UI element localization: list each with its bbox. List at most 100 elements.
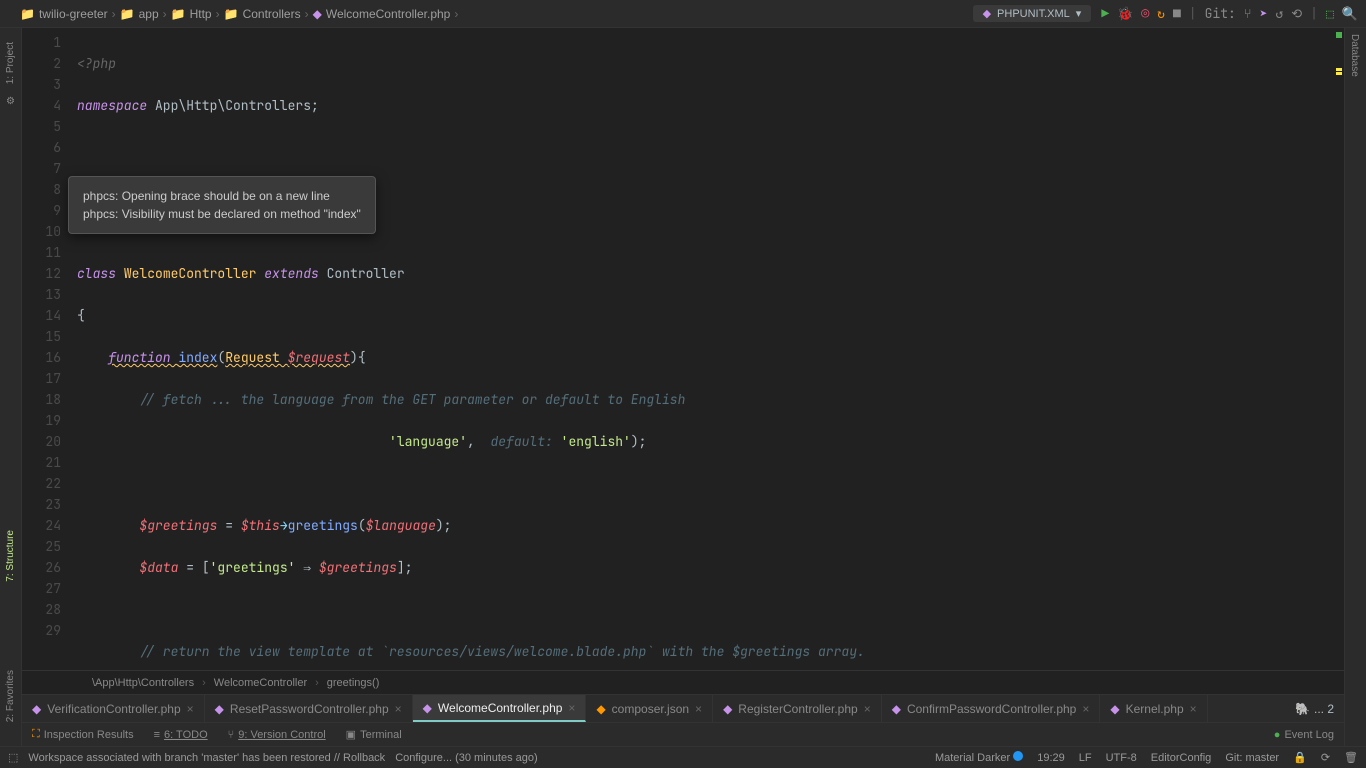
- close-icon[interactable]: ×: [395, 702, 402, 716]
- breadcrumb-item[interactable]: 📁app: [120, 7, 159, 21]
- todo-icon: ≡: [154, 729, 160, 741]
- crumb-method[interactable]: greetings(): [327, 677, 380, 689]
- close-icon[interactable]: ×: [1082, 702, 1089, 716]
- git-update-icon[interactable]: ↺: [1275, 5, 1283, 22]
- chevron-right-icon: ›: [112, 7, 116, 21]
- git-commit-icon[interactable]: ➤: [1260, 5, 1268, 22]
- terminal-icon: ▣: [346, 728, 356, 741]
- editor-tab[interactable]: ◆Kernel.php×: [1100, 695, 1207, 722]
- stop-icon[interactable]: ■: [1173, 5, 1181, 22]
- editor-breadcrumb: \App\Http\Controllers › WelcomeControlle…: [22, 670, 1344, 694]
- theme-dot-icon: [1013, 751, 1023, 761]
- error-stripe[interactable]: [1334, 28, 1344, 670]
- close-icon[interactable]: ×: [187, 702, 194, 716]
- coverage-icon[interactable]: ◎: [1141, 5, 1149, 22]
- chevron-right-icon: ›: [216, 7, 220, 21]
- structure-tool-tab[interactable]: 7: Structure: [3, 524, 18, 588]
- git-label: Git:: [1205, 5, 1236, 22]
- editor-tab[interactable]: ◆VerificationController.php×: [22, 695, 205, 722]
- topbar-right: ◆ PHPUNIT.XML ▾ ▶ 🐞 ◎ ↻ ■ | Git: ⑂ ➤ ↺ ⟲…: [973, 5, 1366, 22]
- git-branch-status[interactable]: Git: master: [1225, 752, 1279, 764]
- ide-settings-icon[interactable]: ⬚: [1326, 5, 1334, 22]
- close-icon[interactable]: ×: [864, 702, 871, 716]
- search-icon[interactable]: 🔍: [1342, 5, 1358, 22]
- php-file-icon: ◆: [423, 701, 432, 715]
- tabs-overflow[interactable]: 🐘... 2: [1285, 695, 1344, 722]
- warning-mark[interactable]: [1336, 72, 1342, 75]
- debug-icon[interactable]: 🐞: [1117, 5, 1133, 22]
- show-tools-icon[interactable]: ⬚: [8, 751, 18, 764]
- bottom-tool-tabs: ⛶Inspection Results ≡6: TODO ⑂9: Version…: [22, 722, 1344, 746]
- line-separator[interactable]: LF: [1079, 752, 1092, 764]
- breadcrumb-item[interactable]: 📁Http: [171, 7, 212, 21]
- close-icon[interactable]: ×: [1190, 702, 1197, 716]
- elephant-icon: 🐘: [1295, 702, 1310, 716]
- folder-icon: 📁: [120, 7, 135, 21]
- folder-icon: 📁: [171, 7, 186, 21]
- php-file-icon: ◆: [723, 702, 732, 716]
- editor-tab[interactable]: ◆ResetPasswordController.php×: [205, 695, 413, 722]
- close-icon[interactable]: ×: [695, 702, 702, 716]
- php-file-icon: ◆: [1110, 702, 1119, 716]
- crumb-class[interactable]: WelcomeController: [214, 677, 307, 689]
- topbar: 📁twilio-greeter › 📁app › 📁Http › 📁Contro…: [0, 0, 1366, 28]
- inspection-results-tab[interactable]: ⛶Inspection Results: [32, 728, 134, 741]
- breadcrumb: 📁twilio-greeter › 📁app › 📁Http › 📁Contro…: [0, 7, 458, 21]
- breadcrumb-file[interactable]: ◆WelcomeController.php: [313, 7, 451, 21]
- editor-tabs: ◆VerificationController.php× ◆ResetPassw…: [22, 694, 1344, 722]
- event-log-icon: ●: [1274, 729, 1281, 741]
- cursor-position[interactable]: 19:29: [1037, 752, 1065, 764]
- php-file-icon: ◆: [892, 702, 901, 716]
- status-configure-link[interactable]: Configure... (30 minutes ago): [395, 752, 537, 764]
- php-file-icon: ◆: [313, 7, 322, 21]
- inspection-icon: ⛶: [32, 728, 40, 741]
- phpunit-icon: ◆: [983, 7, 991, 20]
- warning-mark[interactable]: [1336, 68, 1342, 71]
- php-file-icon: ◆: [32, 702, 41, 716]
- crumb-namespace[interactable]: \App\Http\Controllers: [92, 677, 194, 689]
- editor-tab[interactable]: ◆RegisterController.php×: [713, 695, 882, 722]
- editor-tab[interactable]: ◆composer.json×: [586, 695, 713, 722]
- chevron-right-icon: ›: [315, 677, 319, 689]
- chevron-right-icon: ›: [454, 7, 458, 21]
- editor-tab[interactable]: ◆ConfirmPasswordController.php×: [882, 695, 1101, 722]
- folder-icon: 📁: [224, 7, 239, 21]
- event-log-tab[interactable]: ●Event Log: [1274, 729, 1334, 741]
- code-content[interactable]: <?php namespace App\Http\Controllers; us…: [77, 28, 1344, 670]
- left-tool-panel: 1: Project ⚙ 7: Structure 2: Favorites: [0, 28, 22, 768]
- run-configuration-dropdown[interactable]: ◆ PHPUNIT.XML ▾: [973, 5, 1092, 22]
- line-numbers: 1234567891011121314151617181920212223242…: [22, 28, 77, 670]
- chevron-right-icon: ›: [202, 677, 206, 689]
- theme-indicator[interactable]: Material Darker: [935, 751, 1023, 764]
- right-tool-panel: Database: [1344, 28, 1366, 768]
- version-control-tab[interactable]: ⑂9: Version Control: [228, 728, 326, 741]
- gear-icon[interactable]: ⚙: [6, 96, 15, 107]
- status-message: Workspace associated with branch 'master…: [28, 752, 385, 764]
- json-file-icon: ◆: [596, 702, 605, 716]
- git-history-icon[interactable]: ⟲: [1291, 5, 1302, 22]
- run-icon[interactable]: ▶: [1101, 5, 1109, 22]
- close-icon[interactable]: ×: [568, 701, 575, 715]
- project-tool-tab[interactable]: 1: Project: [3, 36, 18, 90]
- breadcrumb-item[interactable]: 📁Controllers: [224, 7, 301, 21]
- todo-tab[interactable]: ≡6: TODO: [154, 728, 208, 741]
- toolbar-icons: ▶ 🐞 ◎ ↻ ■ | Git: ⑂ ➤ ↺ ⟲ | ⬚ 🔍: [1101, 5, 1358, 22]
- chevron-right-icon: ›: [305, 7, 309, 21]
- trash-icon[interactable]: 🗑: [1344, 751, 1358, 764]
- favorites-tool-tab[interactable]: 2: Favorites: [3, 664, 18, 728]
- editorconfig-indicator[interactable]: EditorConfig: [1151, 752, 1212, 764]
- memory-icon[interactable]: ⟳: [1321, 751, 1330, 764]
- inspection-tooltip: phpcs: Opening brace should be on a new …: [68, 176, 376, 234]
- database-tool-tab[interactable]: Database: [1345, 28, 1364, 83]
- profile-icon[interactable]: ↻: [1157, 5, 1165, 22]
- breadcrumb-root[interactable]: 📁twilio-greeter: [20, 7, 108, 21]
- file-encoding[interactable]: UTF-8: [1106, 752, 1137, 764]
- editor[interactable]: 1234567891011121314151617181920212223242…: [22, 28, 1344, 670]
- analysis-ok-icon: [1336, 32, 1342, 38]
- git-branch-icon[interactable]: ⑂: [1244, 5, 1252, 22]
- folder-icon: 📁: [20, 7, 35, 21]
- terminal-tab[interactable]: ▣Terminal: [346, 728, 402, 741]
- editor-tab-active[interactable]: ◆WelcomeController.php×: [413, 695, 587, 722]
- status-bar: ⬚ Workspace associated with branch 'mast…: [0, 746, 1366, 768]
- lock-icon[interactable]: 🔒: [1293, 751, 1307, 764]
